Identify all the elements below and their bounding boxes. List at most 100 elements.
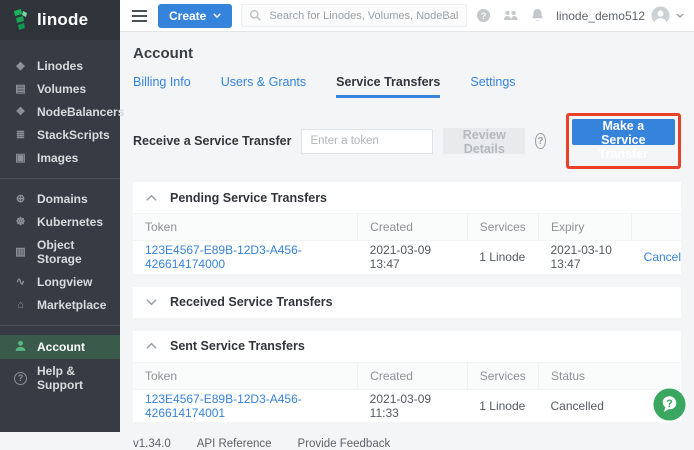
- tab-users-grants[interactable]: Users & Grants: [221, 75, 306, 98]
- sidebar-item-label: StackScripts: [37, 128, 110, 142]
- sidebar-item-longview[interactable]: ∿ Longview: [0, 271, 120, 293]
- page-title: Account: [133, 45, 681, 62]
- sidebar-item-account[interactable]: Account: [0, 335, 120, 359]
- receive-transfer-row: Receive a Service Transfer Review Detail…: [133, 113, 681, 169]
- hamburger-menu-icon[interactable]: [130, 6, 149, 26]
- linode-logo-icon: [11, 9, 31, 31]
- highlight-annotation: Make a Service Transfer: [566, 113, 681, 169]
- table-row: 123E4567-E89B-12D3-A456-426614174001 202…: [133, 389, 681, 422]
- sent-transfers-panel: Sent Service Transfers Token Created Ser…: [133, 331, 681, 423]
- expiry-cell: 2021-03-10 13:47: [539, 241, 632, 274]
- sidebar-item-domains[interactable]: ⊕ Domains: [0, 188, 120, 210]
- svg-text:?: ?: [666, 398, 673, 410]
- sidebar-item-label: Volumes: [37, 82, 86, 96]
- page-footer: v1.34.0 API Reference Provide Feedback: [133, 438, 681, 450]
- sidebar-item-object-storage[interactable]: ▥ Object Storage: [0, 234, 120, 270]
- tab-billing-info[interactable]: Billing Info: [133, 75, 191, 98]
- volumes-icon: ▤: [13, 84, 28, 95]
- global-search[interactable]: [241, 4, 467, 27]
- sent-transfers-header[interactable]: Sent Service Transfers: [133, 331, 681, 362]
- chevron-down-icon: [213, 13, 221, 18]
- linode-logo[interactable]: linode: [0, 0, 120, 40]
- sidebar-item-label: Account: [37, 340, 85, 354]
- receive-transfer-label: Receive a Service Transfer: [133, 134, 291, 148]
- column-header-expiry: Expiry: [539, 214, 632, 241]
- create-button-label: Create: [169, 9, 206, 23]
- sidebar-item-label: Help & Support: [37, 364, 116, 392]
- sidebar-item-nodebalancers[interactable]: ❖ NodeBalancers: [0, 101, 120, 123]
- help-bubble-icon: ?: [652, 387, 687, 422]
- chevron-up-icon: [146, 342, 157, 350]
- cancel-link[interactable]: Cancel: [644, 250, 681, 264]
- sidebar-item-linodes[interactable]: ◆ Linodes: [0, 55, 120, 77]
- sidebar-item-label: NodeBalancers: [37, 105, 124, 119]
- panel-title: Received Service Transfers: [170, 295, 333, 309]
- community-icon[interactable]: [503, 9, 519, 22]
- api-reference-link[interactable]: API Reference: [197, 438, 272, 450]
- question-icon: ?: [13, 372, 28, 385]
- pending-transfers-table: Token Created Services Expiry 123E4567-E…: [133, 213, 681, 274]
- chevron-down-icon: [146, 298, 157, 306]
- username: linode_demo512: [556, 9, 645, 23]
- services-cell: 1 Linode: [467, 241, 538, 274]
- images-icon: ▣: [13, 153, 28, 164]
- chevron-down-icon: [676, 13, 684, 18]
- sidebar-item-label: Marketplace: [37, 298, 106, 312]
- help-tooltip-icon[interactable]: ?: [535, 133, 546, 149]
- token-link[interactable]: 123E4567-E89B-12D3-A456-426614174000: [145, 243, 302, 271]
- sidebar-item-help-support[interactable]: ? Help & Support: [0, 360, 120, 396]
- sidebar-item-images[interactable]: ▣ Images: [0, 147, 120, 169]
- sidebar-item-label: Longview: [37, 275, 92, 289]
- pending-transfers-panel: Pending Service Transfers Token Created …: [133, 182, 681, 274]
- sidebar-item-kubernetes[interactable]: ☸ Kubernetes: [0, 211, 120, 233]
- services-cell: 1 Linode: [467, 389, 538, 422]
- sidebar-item-label: Domains: [37, 192, 88, 206]
- marketplace-icon: ⌂: [13, 300, 28, 311]
- domains-icon: ⊕: [13, 194, 28, 205]
- column-header-status: Status: [539, 362, 682, 389]
- panel-title: Pending Service Transfers: [170, 191, 327, 205]
- column-header-services: Services: [467, 214, 538, 241]
- tab-settings[interactable]: Settings: [470, 75, 515, 98]
- sidebar-item-volumes[interactable]: ▤ Volumes: [0, 78, 120, 100]
- nodebalancers-icon: ❖: [13, 107, 28, 118]
- help-bubble-button[interactable]: ?: [652, 387, 687, 427]
- sidebar-item-label: Kubernetes: [37, 215, 103, 229]
- tab-service-transfers[interactable]: Service Transfers: [336, 75, 440, 98]
- version-link[interactable]: v1.34.0: [133, 438, 171, 450]
- top-bar: Create ? linode_demo512: [120, 0, 694, 32]
- sidebar-item-marketplace[interactable]: ⌂ Marketplace: [0, 294, 120, 316]
- provide-feedback-link[interactable]: Provide Feedback: [298, 438, 391, 450]
- sent-transfers-table: Token Created Services Status 123E4567-E…: [133, 362, 681, 423]
- object-storage-icon: ▥: [13, 247, 28, 258]
- panel-title: Sent Service Transfers: [170, 339, 305, 353]
- person-icon: [13, 339, 28, 355]
- account-tabs: Billing Info Users & Grants Service Tran…: [133, 75, 681, 98]
- created-cell: 2021-03-09 13:47: [358, 241, 468, 274]
- notifications-bell-icon[interactable]: [531, 8, 544, 23]
- make-service-transfer-button[interactable]: Make a Service Transfer: [572, 119, 675, 145]
- review-details-button[interactable]: Review Details: [443, 128, 525, 154]
- sidebar-item-label: Images: [37, 151, 78, 165]
- received-transfers-header[interactable]: Received Service Transfers: [133, 287, 681, 318]
- sidebar-item-stackscripts[interactable]: ≣ StackScripts: [0, 124, 120, 146]
- column-header-created: Created: [358, 362, 468, 389]
- linode-cube-icon: ◆: [13, 61, 28, 72]
- sidebar-divider: [0, 178, 120, 179]
- sidebar-divider: [0, 325, 120, 326]
- token-link[interactable]: 123E4567-E89B-12D3-A456-426614174001: [145, 392, 302, 420]
- kubernetes-icon: ☸: [13, 217, 28, 228]
- column-header-token: Token: [133, 214, 358, 241]
- column-header-action: [632, 214, 681, 241]
- pending-transfers-header[interactable]: Pending Service Transfers: [133, 182, 681, 213]
- chevron-up-icon: [146, 194, 157, 202]
- create-button[interactable]: Create: [158, 4, 232, 28]
- sidebar-item-label: Object Storage: [37, 238, 116, 266]
- received-transfers-panel: Received Service Transfers: [133, 287, 681, 318]
- search-icon: [249, 9, 262, 22]
- search-input[interactable]: [269, 10, 459, 22]
- user-menu[interactable]: linode_demo512: [556, 6, 684, 25]
- help-icon[interactable]: ?: [476, 8, 491, 23]
- token-input[interactable]: [301, 129, 433, 154]
- column-header-token: Token: [133, 362, 358, 389]
